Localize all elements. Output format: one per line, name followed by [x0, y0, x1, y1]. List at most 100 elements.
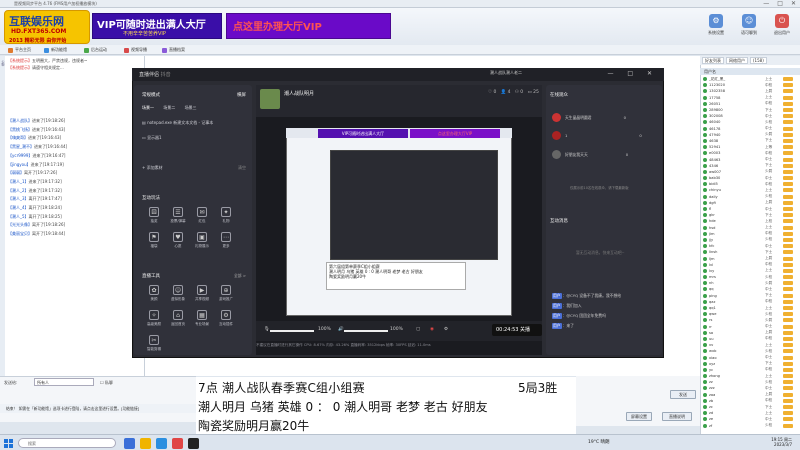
live-timer[interactable]: 00:24:53 关播	[492, 324, 542, 336]
user-name: vv	[709, 343, 714, 348]
speaker-icon[interactable]: 🔊	[338, 327, 344, 332]
tool-item[interactable]: ☺ 虚拟形象	[166, 285, 190, 302]
chat-line-name[interactable]: 【弱弱】	[8, 170, 24, 175]
vip-ad-banner[interactable]: VIP可随时进出满人大厅 不用辛辛苦苦养VIP	[92, 13, 222, 39]
tools-more-link[interactable]: 全部 >	[234, 273, 246, 279]
tool-item[interactable]: ⚑ 福袋	[142, 232, 166, 249]
logout-button[interactable]: ⏻ 退出用户	[767, 14, 797, 36]
tool-item[interactable]: ✿ 美颜	[142, 285, 166, 302]
user-level: 中士	[765, 385, 773, 390]
chat-line-name[interactable]: 【系统提示】	[8, 65, 32, 70]
task-view-icon[interactable]	[124, 438, 135, 449]
tool-item[interactable]: ⌂ 返回首页	[166, 310, 190, 327]
tool-item[interactable]: ♥ 心愿	[166, 232, 190, 249]
settings-icon[interactable]: ⚙	[444, 327, 448, 332]
rank-icon	[783, 213, 793, 218]
browser-icon[interactable]	[156, 438, 167, 449]
user-row[interactable]: zf 少校	[701, 423, 799, 429]
maximize-button[interactable]: □	[777, 0, 783, 7]
close-button[interactable]: ✕	[791, 0, 796, 7]
voice-chat-button[interactable]: ☺ 语可聊到	[734, 14, 764, 36]
tool-item[interactable]: ✧ 高级美颜	[142, 310, 166, 327]
tool-item[interactable]: ⊕ 游戏推广	[214, 285, 238, 302]
windows-start-icon[interactable]	[4, 439, 13, 448]
taskbar-search[interactable]: 搜索	[18, 438, 116, 448]
chat-line-name[interactable]: 【嗨爽哥】	[8, 135, 28, 140]
mode-row[interactable]: 常规模式 横屏	[134, 92, 252, 98]
user-status-icon	[703, 349, 707, 354]
chat-line-name[interactable]: 【美丽宝贝】	[8, 231, 32, 236]
user-name: uu	[709, 336, 714, 341]
live-help-button[interactable]: 直播说明	[662, 412, 692, 421]
minimize-button[interactable]: —	[763, 0, 769, 7]
tool-item[interactable]: ▶ 共享视频	[190, 285, 214, 302]
audience-row[interactable]: 天生晶晶明圆君 0	[552, 113, 626, 122]
side-tab[interactable]: 公聊	[1, 60, 5, 66]
system-settings-button[interactable]: ⚙ 系统设置	[701, 14, 731, 36]
vip-apply-banner[interactable]: 点这里办理大厅VIP	[226, 13, 391, 39]
chat-line-name[interactable]: 【黑桃飞扬】	[8, 127, 32, 132]
chat-line-name[interactable]: 【潮人_4】	[8, 205, 29, 210]
live-window-controls[interactable]: — □ ✕	[607, 70, 658, 77]
tool-label: 共享视频	[195, 297, 209, 301]
user-name: daily	[709, 194, 718, 199]
tool-icon: ▣	[197, 232, 207, 242]
toolbar-video[interactable]: 视频导播	[122, 46, 149, 54]
chat-line-name[interactable]: 【潮人_2】	[8, 188, 29, 193]
chat-line-name[interactable]: 【系统提示】	[8, 58, 32, 63]
toolbar-features-label: 新功能馆	[51, 47, 67, 52]
tab-scene-3[interactable]: 场景三	[185, 105, 197, 110]
weather-widget[interactable]: 19°C 晴朗	[588, 439, 610, 445]
tab-scene-2[interactable]: 场景二	[163, 105, 175, 110]
file-explorer-icon[interactable]	[140, 438, 151, 449]
chat-line-name[interactable]: 【潮人_5】	[8, 214, 29, 219]
tool-item[interactable]: ▣ 礼物展示	[190, 232, 214, 249]
tab-online-users[interactable]: 网络用户	[726, 57, 748, 64]
source-item[interactable]: ▤ notepad.exe 新建文本文档 - 记事本	[134, 120, 252, 126]
chat-line-name[interactable]: 【ycr9999】	[8, 153, 32, 158]
chat-line-text: 进来了[19:16:44]	[34, 144, 68, 150]
mic-icon[interactable]: 🎙	[264, 327, 270, 332]
smile-icon: ☺	[742, 14, 756, 28]
audience-name: 1	[565, 133, 568, 138]
toolbar-backend[interactable]: 后台运动	[82, 46, 109, 54]
app-icon[interactable]	[172, 438, 183, 449]
tool-item[interactable]: ⚄ 抽奖	[142, 207, 166, 224]
clock[interactable]: 19:15 周二 2023/3/7	[771, 437, 792, 447]
chat-line-name[interactable]: 【光光头像】	[8, 222, 32, 227]
record-icon[interactable]: ▢	[416, 327, 420, 332]
send-button[interactable]: 发送	[670, 390, 696, 399]
tool-item[interactable]: ⚙ 互动插件	[214, 310, 238, 327]
audience-row[interactable]: 10	[552, 131, 642, 140]
chat-line-name[interactable]: 【潮人_1】	[8, 179, 29, 184]
chat-line-name[interactable]: 【潮人战队】	[8, 118, 32, 123]
tool-item[interactable]: ⋯ 更多	[214, 232, 238, 249]
tool-item[interactable]: ✉ 红包	[190, 207, 214, 224]
speaker-slider[interactable]	[344, 330, 388, 332]
screen-settings-button[interactable]: 屏幕设置	[626, 412, 652, 421]
source-item[interactable]: ▭ 显示器1	[134, 135, 252, 141]
tool-item[interactable]: ✂ 智能剪辑	[142, 335, 166, 352]
tool-item[interactable]: ▦ 专业场景	[190, 310, 214, 327]
tool-label: 虚拟形象	[171, 297, 185, 301]
chat-line-name[interactable]: 【潮人_3】	[8, 196, 29, 201]
live-app-icon[interactable]	[188, 438, 199, 449]
recipient-select[interactable]: 所有人	[34, 378, 94, 386]
camera-icon[interactable]: ◉	[430, 327, 434, 332]
tab-friends[interactable]: 好友列表	[702, 57, 724, 64]
audience-row[interactable]: 好朋友我天天 0	[552, 150, 628, 159]
toolbar-archive[interactable]: 直播档案	[160, 46, 187, 54]
tab-scene-1[interactable]: 场景一	[142, 105, 154, 110]
send-to-label: 发送给:	[4, 380, 18, 385]
tool-item[interactable]: ✦ 礼物	[214, 207, 238, 224]
add-source-button[interactable]: + 添加素材 清空	[134, 165, 252, 171]
private-chat-checkbox[interactable]: ☐ 私聊	[100, 380, 113, 386]
toolbar-features[interactable]: 新功能馆	[42, 46, 69, 54]
toolbar-home[interactable]: 平台主页	[6, 46, 33, 54]
chat-line-name[interactable]: 【黑星_潮不】	[8, 144, 34, 149]
mic-slider[interactable]	[270, 330, 314, 332]
tool-item[interactable]: ☰ 投票/弹幕	[166, 207, 190, 224]
chat-line-name[interactable]: 【jingyou】	[8, 162, 31, 167]
clear-button[interactable]: 清空	[238, 165, 246, 171]
streamer-account[interactable]: 潮人战队潮人老二	[490, 70, 522, 76]
